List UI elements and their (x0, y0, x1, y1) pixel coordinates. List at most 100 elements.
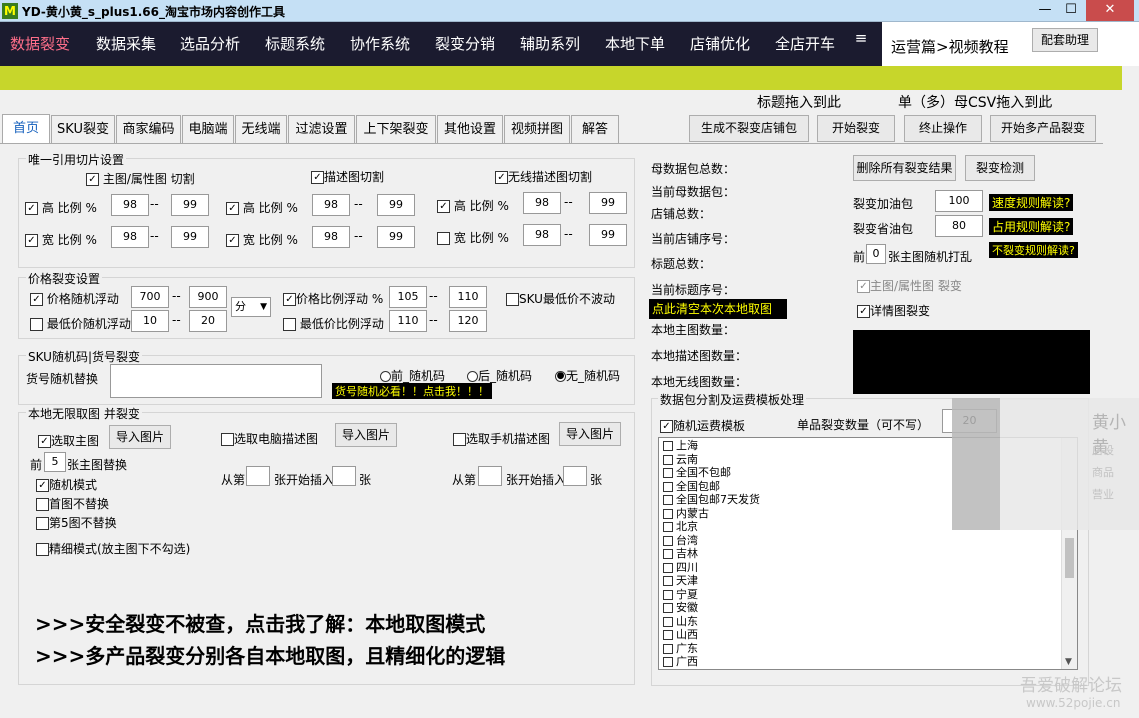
province-item[interactable]: 天津 (663, 574, 1077, 588)
wireless-image-cut-checkbox[interactable]: ✓ (495, 171, 508, 184)
province-item[interactable]: 四川 (663, 561, 1077, 575)
menu-item-aux-series[interactable]: 辅助系列 (510, 22, 590, 66)
tab-home[interactable]: 首页 (2, 114, 50, 144)
oil-add-input[interactable]: 100 (935, 190, 983, 212)
province-item[interactable]: 广西 (663, 655, 1077, 669)
no-split-rule-link[interactable]: 不裂变规则解读? (989, 242, 1078, 258)
low-random-min-input[interactable]: 10 (131, 310, 169, 332)
province-item[interactable]: 台湾 (663, 534, 1077, 548)
promo-multi-product-link[interactable]: >>>多产品裂变分别各自本地取图，且精细化的逻辑 (35, 640, 505, 669)
price-random-min-input[interactable]: 700 (131, 286, 169, 308)
pick-mobile-checkbox[interactable] (453, 433, 466, 446)
promo-safe-split-link[interactable]: >>>安全裂变不被查，点击我了解：本地取图模式 (35, 608, 485, 637)
low-ratio-max-input[interactable]: 120 (449, 310, 487, 332)
split-check-button[interactable]: 裂变检测 (965, 155, 1035, 181)
usage-rule-link[interactable]: 占用规则解读? (989, 218, 1074, 235)
tab-pc[interactable]: 电脑端 (182, 115, 234, 143)
province-checkbox[interactable] (663, 576, 673, 586)
g2-high-max-input[interactable]: 99 (377, 194, 415, 216)
prefix-random-radio[interactable] (380, 371, 391, 382)
g2-wide-checkbox[interactable]: ✓ (226, 234, 239, 247)
stop-button[interactable]: 终止操作 (904, 115, 982, 142)
price-random-checkbox[interactable]: ✓ (30, 293, 43, 306)
low-random-checkbox[interactable] (30, 318, 43, 331)
low-random-max-input[interactable]: 20 (189, 310, 227, 332)
province-checkbox[interactable] (663, 535, 673, 546)
g1-wide-checkbox[interactable]: ✓ (25, 234, 38, 247)
main-image-cut-checkbox[interactable]: ✓ (86, 173, 99, 186)
tab-shelf-split[interactable]: 上下架裂变 (356, 115, 436, 143)
more-menu-icon[interactable]: ≡ (850, 16, 872, 60)
csv-drop-zone[interactable]: 单（多）母CSV拖入到此 (898, 92, 1052, 112)
start-split-button[interactable]: 开始裂变 (817, 115, 895, 142)
video-course-link[interactable]: 运营篇>视频教程 (891, 36, 1009, 57)
item-no-replace-input[interactable] (110, 364, 322, 398)
scroll-thumb[interactable] (1065, 538, 1074, 578)
detail-split-checkbox[interactable]: ✓ (857, 305, 870, 318)
low-ratio-checkbox[interactable] (283, 318, 296, 331)
suffix-random-radio[interactable] (467, 371, 478, 382)
menu-item-product-analysis[interactable]: 选品分析 (170, 22, 250, 66)
province-checkbox[interactable] (663, 549, 673, 559)
province-checkbox[interactable] (663, 643, 673, 654)
province-item[interactable]: 广东 (663, 642, 1077, 656)
province-checkbox[interactable] (663, 562, 673, 573)
fine-mode-checkbox[interactable] (36, 543, 49, 556)
speed-rule-link[interactable]: 速度规则解读? (989, 194, 1074, 211)
menu-item-shop-optimize[interactable]: 店铺优化 (680, 22, 760, 66)
g2-wide-max-input[interactable]: 99 (377, 226, 415, 248)
province-checkbox[interactable] (663, 454, 673, 465)
price-random-max-input[interactable]: 900 (189, 286, 227, 308)
front-count-input[interactable]: 5 (44, 452, 66, 472)
province-checkbox[interactable] (663, 441, 673, 451)
oil-save-input[interactable]: 80 (935, 215, 983, 237)
menu-item-local-order[interactable]: 本地下单 (595, 22, 675, 66)
province-checkbox[interactable] (663, 495, 673, 505)
sku-low-fixed-checkbox[interactable] (506, 293, 519, 306)
province-checkbox[interactable] (663, 468, 673, 478)
low-ratio-min-input[interactable]: 110 (389, 310, 427, 332)
g1-high-max-input[interactable]: 99 (171, 194, 209, 216)
g1-high-min-input[interactable]: 98 (111, 194, 149, 216)
item-no-must-read-link[interactable]: 货号随机必看！！点击我！！！ (332, 383, 492, 399)
province-checkbox[interactable] (663, 630, 673, 640)
shuffle-count-input[interactable]: 0 (866, 244, 886, 264)
menu-item-data-split[interactable]: 数据裂变 (0, 22, 80, 66)
tab-merchant-code[interactable]: 商家编码 (116, 115, 181, 143)
clear-local-images-button[interactable]: 点此清空本次本地取图 (649, 299, 787, 319)
title-drop-zone[interactable]: 标题拖入到此 (757, 92, 841, 112)
province-checkbox[interactable] (663, 522, 673, 532)
import-main-button[interactable]: 导入图片 (109, 425, 171, 449)
g2-high-checkbox[interactable]: ✓ (226, 202, 239, 215)
g3-high-max-input[interactable]: 99 (589, 192, 627, 214)
no-random-radio[interactable]: ● (555, 371, 566, 382)
pick-pc-checkbox[interactable] (221, 433, 234, 446)
g1-wide-min-input[interactable]: 98 (111, 226, 149, 248)
menu-item-split-distribution[interactable]: 裂变分销 (425, 22, 505, 66)
fifth-no-replace-checkbox[interactable] (36, 517, 49, 530)
tab-wireless[interactable]: 无线端 (235, 115, 287, 143)
province-item[interactable]: 山东 (663, 615, 1077, 629)
tab-sku-split[interactable]: SKU裂变 (51, 115, 115, 143)
tab-video-collage[interactable]: 视频拼图 (504, 115, 570, 143)
pick-main-checkbox[interactable]: ✓ (38, 435, 51, 448)
generate-shop-package-button[interactable]: 生成不裂变店铺包 (689, 115, 809, 142)
random-template-checkbox[interactable]: ✓ (660, 420, 673, 433)
random-mode-checkbox[interactable]: ✓ (36, 479, 49, 492)
price-ratio-min-input[interactable]: 105 (389, 286, 427, 308)
province-checkbox[interactable] (663, 481, 673, 492)
g3-wide-max-input[interactable]: 99 (589, 224, 627, 246)
province-checkbox[interactable] (663, 603, 673, 613)
province-item[interactable]: 宁夏 (663, 588, 1077, 602)
close-button[interactable]: ✕ (1086, 0, 1134, 21)
desc-image-cut-checkbox[interactable]: ✓ (311, 171, 324, 184)
restore-button[interactable]: ☐ (1058, 0, 1084, 21)
tab-other-settings[interactable]: 其他设置 (437, 115, 503, 143)
start-multi-split-button[interactable]: 开始多产品裂变 (990, 115, 1096, 142)
tab-filter[interactable]: 过滤设置 (288, 115, 355, 143)
g3-wide-checkbox[interactable] (437, 232, 450, 245)
g1-high-checkbox[interactable]: ✓ (25, 202, 38, 215)
province-checkbox[interactable] (663, 589, 673, 600)
first-no-replace-checkbox[interactable] (36, 498, 49, 511)
province-item[interactable]: 安徽 (663, 601, 1077, 615)
